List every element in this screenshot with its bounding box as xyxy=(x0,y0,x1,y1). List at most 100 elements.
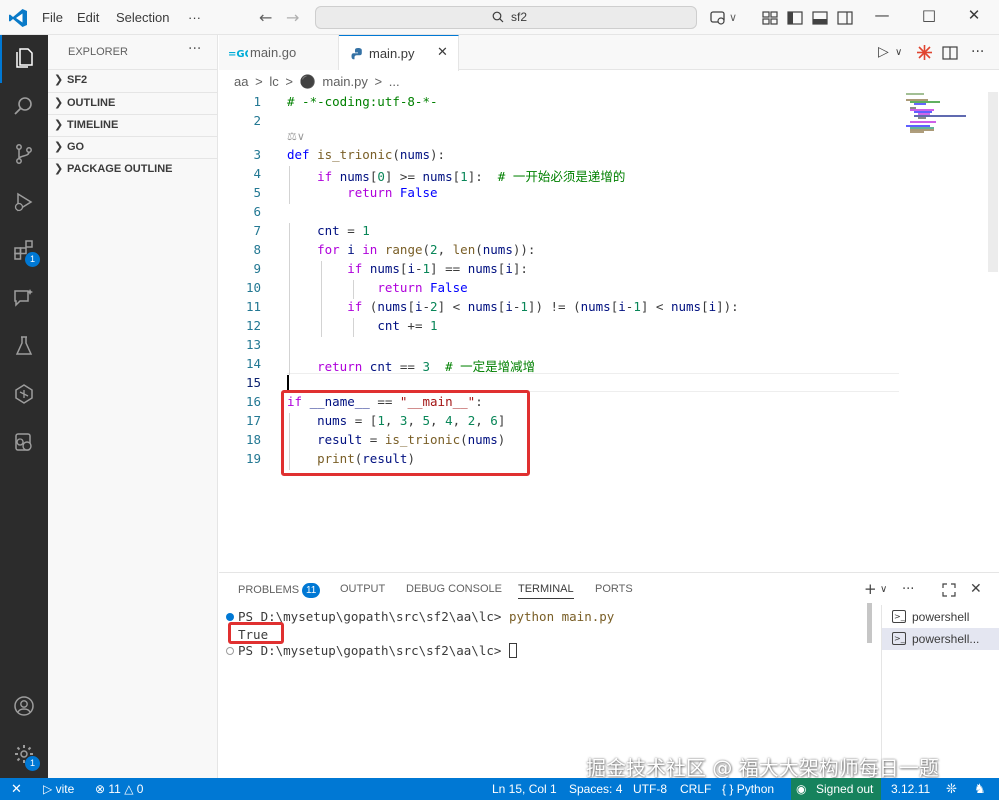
terminal-instance-1[interactable]: >_ powershell xyxy=(882,606,999,628)
close-window-button[interactable]: ✕ xyxy=(962,6,986,24)
chevron-down-icon[interactable]: ∨ xyxy=(880,584,887,595)
toggle-secondary-sidebar-icon[interactable] xyxy=(836,9,854,27)
signed-out-status[interactable]: ◉ Signed out xyxy=(791,778,881,800)
python-version[interactable]: 3.12.11 xyxy=(891,782,930,796)
line-number: 16 xyxy=(245,394,261,409)
run-debug-icon[interactable] xyxy=(12,190,36,214)
section-timeline[interactable]: ❯ TIMELINE xyxy=(48,114,218,136)
source-control-icon[interactable] xyxy=(12,142,36,166)
search-icon[interactable] xyxy=(12,94,36,118)
breadcrumb-symbol[interactable]: ... xyxy=(389,74,400,89)
tab-terminal[interactable]: TERMINAL xyxy=(518,583,574,599)
activity-bar: 1 1 xyxy=(0,35,48,778)
line-number: 12 xyxy=(245,318,261,333)
run-python-icon[interactable]: ▷ xyxy=(878,44,889,60)
remote-explorer-icon[interactable] xyxy=(12,382,36,406)
command-center-search[interactable]: sf2 xyxy=(315,6,697,29)
new-terminal-icon[interactable]: + xyxy=(864,580,877,598)
minimize-button[interactable]: — xyxy=(870,6,894,24)
section-label: TIMELINE xyxy=(67,119,119,131)
tab-ports[interactable]: PORTS xyxy=(595,583,633,595)
section-sf2[interactable]: ❯ SF2 xyxy=(48,69,218,91)
explorer-icon[interactable] xyxy=(12,46,36,70)
notifications-bell-icon[interactable]: ♞ xyxy=(974,781,986,797)
containers-icon[interactable] xyxy=(12,430,36,454)
more-actions-button[interactable]: ··· xyxy=(902,582,914,597)
customize-layout-icon[interactable] xyxy=(761,9,779,27)
indentation-status[interactable]: Spaces: 4 xyxy=(569,782,622,796)
code-line: for i in range(2, len(nums)): xyxy=(317,242,536,257)
code-line: if nums[i-1] == nums[i]: xyxy=(347,261,528,276)
copilot-hint-icon[interactable]: ⚖∨ xyxy=(287,130,305,143)
close-panel-icon[interactable]: ✕ xyxy=(970,581,982,597)
breadcrumb-folder-aa[interactable]: aa xyxy=(234,74,248,89)
tab-problems[interactable]: PROBLEMS 11 xyxy=(238,583,321,598)
forward-arrow-icon[interactable]: → xyxy=(286,8,299,27)
breadcrumb-file[interactable]: main.py xyxy=(322,74,368,89)
manage-badge: 1 xyxy=(25,756,40,771)
close-icon[interactable]: ✕ xyxy=(437,45,448,60)
toggle-panel-icon[interactable] xyxy=(811,9,829,27)
terminal-icon: >_ xyxy=(892,632,906,645)
maximize-button[interactable]: □ xyxy=(917,6,941,24)
cursor-position[interactable]: Ln 15, Col 1 xyxy=(492,782,557,796)
chat-icon[interactable] xyxy=(12,286,36,310)
code-line: return False xyxy=(377,280,468,295)
tab-debug-console[interactable]: DEBUG CONSOLE xyxy=(406,583,502,595)
section-label: OUTLINE xyxy=(67,97,116,109)
python-file-icon xyxy=(351,48,362,60)
back-arrow-icon[interactable]: ← xyxy=(259,8,272,27)
more-actions-button[interactable]: ··· xyxy=(971,44,984,60)
sparkle-burst-icon[interactable] xyxy=(916,44,933,61)
toggle-primary-sidebar-icon[interactable] xyxy=(786,9,804,27)
menu-edit[interactable]: Edit xyxy=(77,10,99,25)
highlight-box-output xyxy=(228,622,284,644)
breadcrumb-folder-lc[interactable]: lc xyxy=(269,74,278,89)
section-outline[interactable]: ❯ OUTLINE xyxy=(48,92,218,114)
accounts-icon[interactable] xyxy=(12,694,36,718)
copilot-settings-icon[interactable] xyxy=(709,9,727,27)
language-label: Python xyxy=(736,782,775,796)
minimap[interactable] xyxy=(904,92,984,142)
line-number: 19 xyxy=(245,451,261,466)
python-file-icon: ⚫ xyxy=(299,74,316,89)
problems-status[interactable]: ⊗ 11 △ 0 xyxy=(95,782,143,796)
vite-status[interactable]: ▷ vite xyxy=(43,782,74,796)
problems-badge: 11 xyxy=(302,583,321,598)
testing-flask-icon[interactable] xyxy=(12,334,36,358)
split-editor-icon[interactable] xyxy=(942,45,958,61)
remote-indicator[interactable]: ✕ xyxy=(0,778,32,800)
menu-more[interactable]: ··· xyxy=(188,10,201,25)
active-indicator xyxy=(0,35,2,83)
encoding-status[interactable]: UTF-8 xyxy=(633,782,667,796)
chevron-down-icon[interactable]: ∨ xyxy=(729,11,737,24)
tab-main-py[interactable]: main.py ✕ xyxy=(339,35,459,71)
tab-main-go[interactable]: =GO main.go xyxy=(219,35,339,70)
copilot-status-icon[interactable]: ❊ xyxy=(946,781,957,797)
code-editor[interactable]: 1 2 3 4 5 6 7 8 9 10 11 12 13 14 15 16 1… xyxy=(219,92,999,570)
editor-scrollbar[interactable] xyxy=(988,92,998,272)
bottom-panel: PROBLEMS 11 OUTPUT DEBUG CONSOLE TERMINAL… xyxy=(219,572,999,779)
sidebar-more-button[interactable]: ··· xyxy=(188,41,201,57)
menu-file[interactable]: File xyxy=(42,10,63,25)
terminal-scrollbar[interactable] xyxy=(867,603,872,643)
tab-output[interactable]: OUTPUT xyxy=(340,583,385,595)
line-number: 14 xyxy=(245,356,261,371)
line-number: 7 xyxy=(253,223,261,238)
breadcrumb-separator: > xyxy=(374,74,383,89)
section-go[interactable]: ❯ GO xyxy=(48,136,218,158)
breadcrumb-separator: > xyxy=(255,74,263,89)
error-count: 11 xyxy=(108,782,121,796)
code-line: return False xyxy=(347,185,438,200)
breadcrumb: aa > lc > ⚫ main.py > ... xyxy=(234,74,403,90)
line-number: 11 xyxy=(245,299,261,314)
chevron-down-icon[interactable]: ∨ xyxy=(895,47,902,58)
menu-selection[interactable]: Selection xyxy=(116,10,169,25)
line-number: 8 xyxy=(253,242,261,257)
language-mode[interactable]: { } Python xyxy=(722,782,774,796)
terminal-instance-2[interactable]: >_ powershell... xyxy=(882,628,999,650)
eol-status[interactable]: CRLF xyxy=(680,782,711,796)
section-package-outline[interactable]: ❯ PACKAGE OUTLINE xyxy=(48,158,218,180)
maximize-panel-icon[interactable] xyxy=(942,583,956,597)
terminal-line-1: PS D:\mysetup\gopath\src\sf2\aa\lc> pyth… xyxy=(238,609,614,624)
